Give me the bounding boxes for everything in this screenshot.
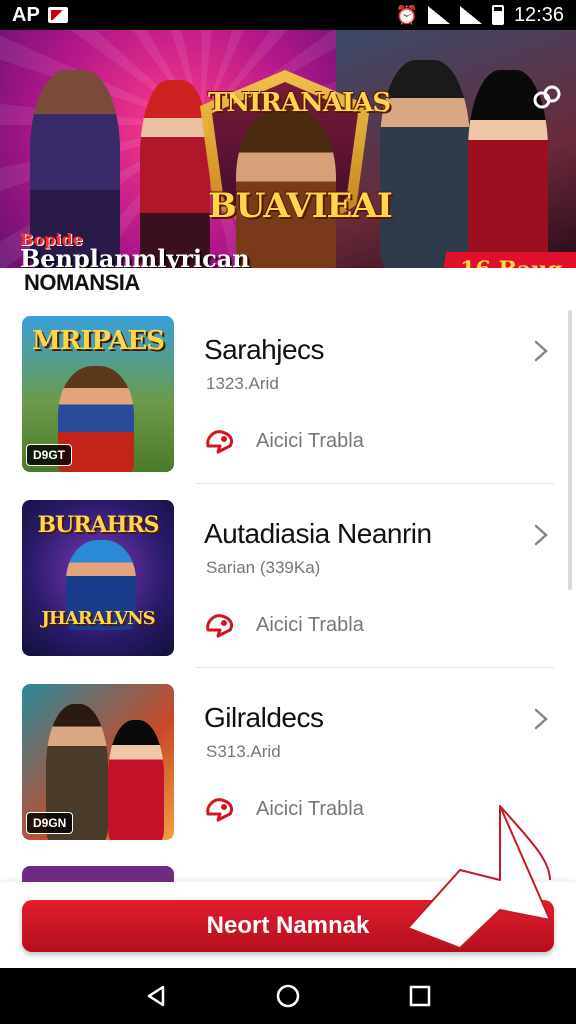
section-title: NOMANSIA — [24, 270, 140, 295]
item-thumbnail: MRIPAES D9GT — [22, 316, 174, 472]
item-subtitle: S313.Arid — [206, 742, 281, 761]
battery-icon — [491, 5, 504, 25]
tag-icon — [206, 798, 234, 822]
banner-title-bottom: BUAVIEAI — [208, 186, 393, 226]
alarm-icon: ⏰ — [395, 4, 418, 25]
item-action-label: Aicici Trabla — [256, 797, 364, 820]
item-action[interactable]: Aicici Trabla — [204, 610, 364, 640]
item-thumbnail: BURAHRS JHARALVNS — [22, 500, 174, 656]
thumbnail-title: BURAHRS — [37, 512, 159, 538]
home-icon — [276, 984, 300, 1008]
wifi-icon — [427, 6, 450, 24]
item-action[interactable]: Aicici Trabla — [204, 426, 364, 456]
primary-cta-button[interactable]: Neort Namnak — [22, 900, 554, 952]
hero-character-2 — [140, 80, 210, 268]
thumbnail-badge: D9GN — [26, 812, 74, 834]
item-action-label: Aicici Trabla — [256, 429, 364, 452]
thumbnail-badge: D9GT — [26, 444, 73, 466]
item-subtitle: Sarian (339Ka) — [206, 558, 321, 577]
system-nav-bar — [0, 968, 576, 1024]
chevron-right-icon[interactable] — [534, 524, 548, 546]
banner-badge-label: 16 Bauq — [460, 257, 563, 268]
list-item[interactable]: D9GN Gilraldecs S313.Arid Aicici Trabla — [0, 668, 576, 852]
signal-icon — [459, 6, 482, 24]
tag-icon — [206, 614, 234, 638]
list-item[interactable]: MRIPAES D9GT Sarahjecs 1323.Arid Aicici … — [0, 300, 576, 484]
recents-button[interactable] — [400, 976, 440, 1016]
item-title: Sarahjecs — [204, 334, 325, 365]
item-action-label: Aicici Trabla — [256, 613, 364, 636]
item-title: Autadiasia Neanrin — [204, 518, 432, 549]
item-title: Gilraldecs — [204, 702, 324, 733]
banner-title-top: TNIRANAIAS — [208, 88, 391, 118]
item-action[interactable]: Aicici Trabla — [204, 794, 364, 824]
back-button[interactable] — [136, 976, 176, 1016]
status-right: ⏰ 12:36 — [396, 4, 564, 27]
chevron-right-icon[interactable] — [534, 340, 548, 362]
hero-banner[interactable]: TNIRANAIAS BUAVIEAI Bopide Benplanmlyric… — [0, 30, 576, 268]
clock: 12:36 — [513, 3, 564, 26]
banner-subtitle-large: Benplanmlyrican — [20, 244, 250, 268]
hero-character-4 — [380, 60, 470, 268]
thumbnail-character — [108, 720, 164, 840]
thumbnail-subtitle: JHARALVNS — [41, 608, 155, 629]
item-subtitle: 1323.Arid — [206, 374, 279, 393]
status-bar: AP ⏰ 12:36 — [0, 0, 576, 30]
link-icon[interactable] — [532, 82, 562, 112]
thumbnail-title: MRIPAES — [32, 326, 165, 356]
chevron-right-icon[interactable] — [534, 708, 548, 730]
recents-icon — [409, 985, 431, 1007]
list-item[interactable]: BURAHRS JHARALVNS Autadiasia Neanrin Sar… — [0, 484, 576, 668]
status-left: AP — [12, 4, 68, 27]
carrier-label: AP — [12, 3, 40, 26]
back-icon — [147, 985, 165, 1007]
home-button[interactable] — [268, 976, 308, 1016]
tag-icon — [206, 430, 234, 454]
gmail-icon — [47, 7, 68, 23]
item-thumbnail: D9GN — [22, 684, 174, 840]
bottom-action-bar: Neort Namnak — [0, 882, 576, 968]
banner-badge: 16 Bauq — [440, 252, 576, 268]
